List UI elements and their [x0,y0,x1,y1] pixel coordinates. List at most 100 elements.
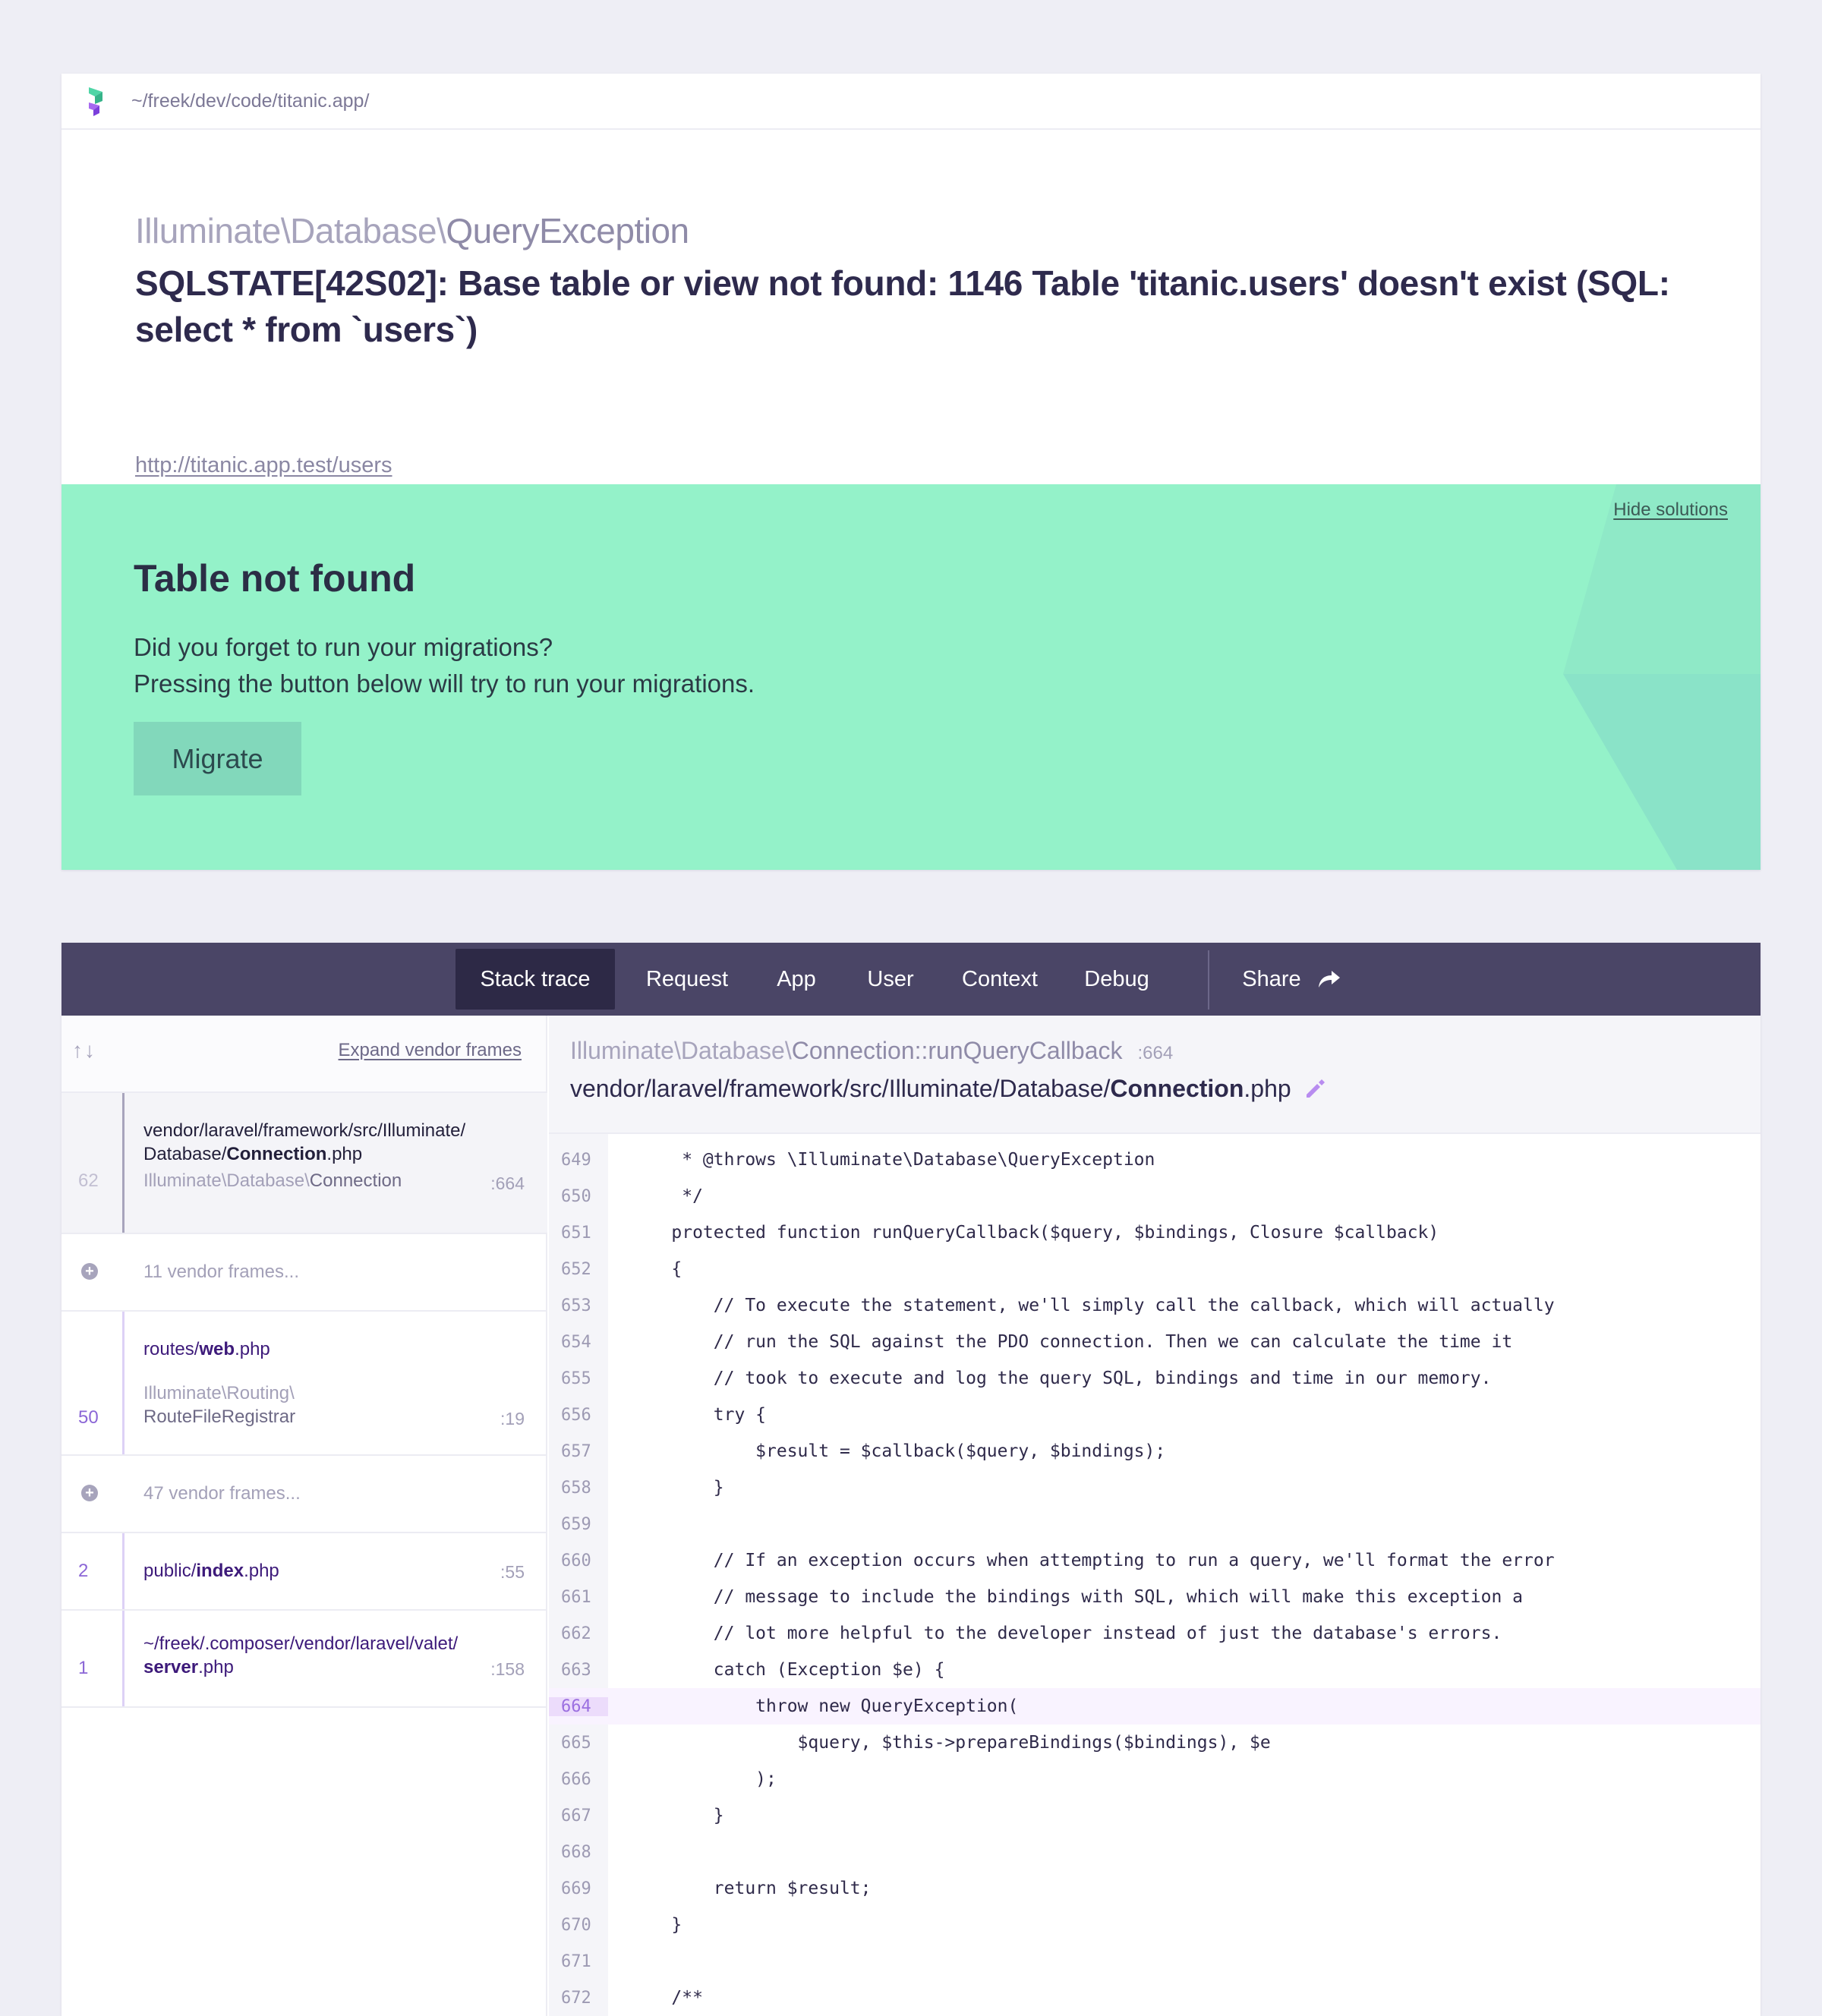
code-line: 651 protected function runQueryCallback(… [549,1214,1761,1251]
request-url-link[interactable]: http://titanic.app.test/users [135,453,392,478]
line-number[interactable]: 665 [549,1734,608,1753]
line-number[interactable]: 668 [549,1843,608,1862]
vendor-frames-label: 47 vendor frames... [143,1483,301,1504]
stack-frame[interactable]: ~/freek/.composer/vendor/laravel/valet/s… [61,1611,547,1708]
code-text: } [629,1478,724,1498]
vendor-frames-toggle[interactable]: + 47 vendor frames... [61,1456,547,1533]
frame-file-ext: .php [235,1339,270,1359]
exception-class-name: QueryException [446,211,689,250]
line-number[interactable]: 670 [549,1916,608,1935]
code-text: return $result; [629,1879,872,1898]
top-bar: ~/freek/dev/code/titanic.app/ [61,74,1761,130]
project-path: ~/freek/dev/code/titanic.app/ [131,90,370,112]
line-number[interactable]: 657 [549,1442,608,1461]
code-line: 665 $query, $this->prepareBindings($bind… [549,1725,1761,1761]
tab-debug[interactable]: Debug [1067,949,1166,1010]
exception-class: Illuminate\Database\QueryException [135,210,689,251]
vendor-frames-toggle[interactable]: + 11 vendor frames... [61,1234,547,1312]
frame-file: routes/web.php [143,1337,502,1361]
code-line: 667 } [549,1797,1761,1834]
code-line: 654 // run the SQL against the PDO conne… [549,1324,1761,1360]
frame-line: :158 [490,1659,525,1679]
frame-path: routes/ [143,1339,200,1359]
ignition-logo-icon[interactable] [86,84,109,118]
frames-list: ↑↓ Expand vendor frames vendor/laravel/f… [61,1016,547,2016]
line-number[interactable]: 664 [549,1696,608,1716]
line-number[interactable]: 656 [549,1406,608,1425]
solution-description-line: Did you forget to run your migrations? [134,633,553,661]
code-text: } [629,1915,682,1935]
file-ext: .php [1244,1075,1291,1102]
share-arrow-icon [1318,971,1340,988]
error-card: ~/freek/dev/code/titanic.app/ Illuminate… [61,74,1761,870]
code-line: 660 // If an exception occurs when attem… [549,1542,1761,1579]
pencil-icon[interactable] [1303,1078,1326,1101]
code-line: 657 $result = $callback($query, $binding… [549,1433,1761,1469]
frame-file: public/index.php [143,1559,502,1583]
frame-nav-arrows-icon[interactable]: ↑↓ [72,1038,96,1063]
line-number[interactable]: 650 [549,1187,608,1206]
line-number[interactable]: 660 [549,1551,608,1570]
code-line: 652 { [549,1251,1761,1287]
line-number[interactable]: 653 [549,1296,608,1315]
line-number[interactable]: 661 [549,1588,608,1607]
line-number[interactable]: 666 [549,1770,608,1789]
stack-frame[interactable]: 2 public/index.php :55 [61,1533,547,1611]
frame-method: Illuminate\Database\Connection::runQuery… [570,1037,1173,1065]
code-line: 655 // took to execute and log the query… [549,1360,1761,1397]
line-number[interactable]: 654 [549,1333,608,1352]
code-viewer: 649 * @throws \Illuminate\Database\Query… [549,1134,1761,2016]
code-line: 659 [549,1506,1761,1542]
line-number[interactable]: 671 [549,1952,608,1971]
line-number[interactable]: 649 [549,1151,608,1170]
frame-file-name: index [196,1561,244,1581]
frame-class-name: Connection [309,1170,402,1191]
line-number[interactable]: 658 [549,1479,608,1498]
line-number[interactable]: 662 [549,1624,608,1643]
code-text: catch (Exception $e) { [629,1660,945,1680]
frame-class: Illuminate\Database\Connection [143,1169,402,1192]
plus-circle-icon: + [81,1485,98,1501]
frame-class-namespace: Illuminate\Routing\ [143,1383,295,1403]
frame-bar [122,1312,125,1454]
code-text: */ [629,1186,703,1206]
stack-frame[interactable]: vendor/laravel/framework/src/Illuminate/… [61,1093,547,1234]
frames-header: ↑↓ Expand vendor frames [61,1016,546,1093]
line-number[interactable]: 651 [549,1224,608,1243]
code-text: // message to include the bindings with … [629,1587,1524,1607]
line-number[interactable]: 663 [549,1661,608,1680]
expand-vendor-frames-link[interactable]: Expand vendor frames [339,1040,522,1061]
line-number[interactable]: 669 [549,1879,608,1898]
file-path: vendor/laravel/framework/src/Illuminate/… [570,1075,1111,1102]
line-number[interactable]: 672 [549,1989,608,2008]
stack-frame[interactable]: routes/web.php Illuminate\Routing\ RouteF… [61,1312,547,1456]
hide-solutions-link[interactable]: Hide solutions [1613,499,1728,521]
line-number[interactable]: 655 [549,1369,608,1388]
tab-app[interactable]: App [758,949,834,1010]
line-number[interactable]: 667 [549,1807,608,1825]
frame-bar [122,1611,125,1706]
tab-user[interactable]: User [849,949,932,1010]
method-line: :664 [1137,1043,1174,1063]
frame-bar [122,1533,125,1609]
code-line: 663 catch (Exception $e) { [549,1652,1761,1688]
code-text: // To execute the statement, we'll simpl… [629,1296,1555,1315]
frame-bar [122,1093,125,1233]
code-text: { [629,1259,682,1279]
code-line: 649 * @throws \Illuminate\Database\Query… [549,1142,1761,1178]
share-button[interactable]: Share [1231,949,1352,1010]
tab-stack-trace[interactable]: Stack trace [456,949,615,1010]
line-number[interactable]: 652 [549,1260,608,1279]
stack-panel: Stack trace Request App User Context Deb… [61,943,1761,2016]
frame-class: Illuminate\Routing\ RouteFileRegistrar [143,1381,295,1429]
tab-context[interactable]: Context [947,949,1053,1010]
vendor-frames-label: 11 vendor frames... [143,1262,299,1282]
code-text: // took to execute and log the query SQL… [629,1369,1492,1388]
solution-description: Did you forget to run your migrations? P… [134,629,755,702]
line-number[interactable]: 659 [549,1515,608,1534]
code-text: try { [629,1405,767,1425]
tab-request[interactable]: Request [630,949,744,1010]
code-text: $result = $callback($query, $bindings); [629,1441,1166,1461]
frame-file-ext: .php [326,1144,363,1164]
migrate-button[interactable]: Migrate [134,722,301,795]
